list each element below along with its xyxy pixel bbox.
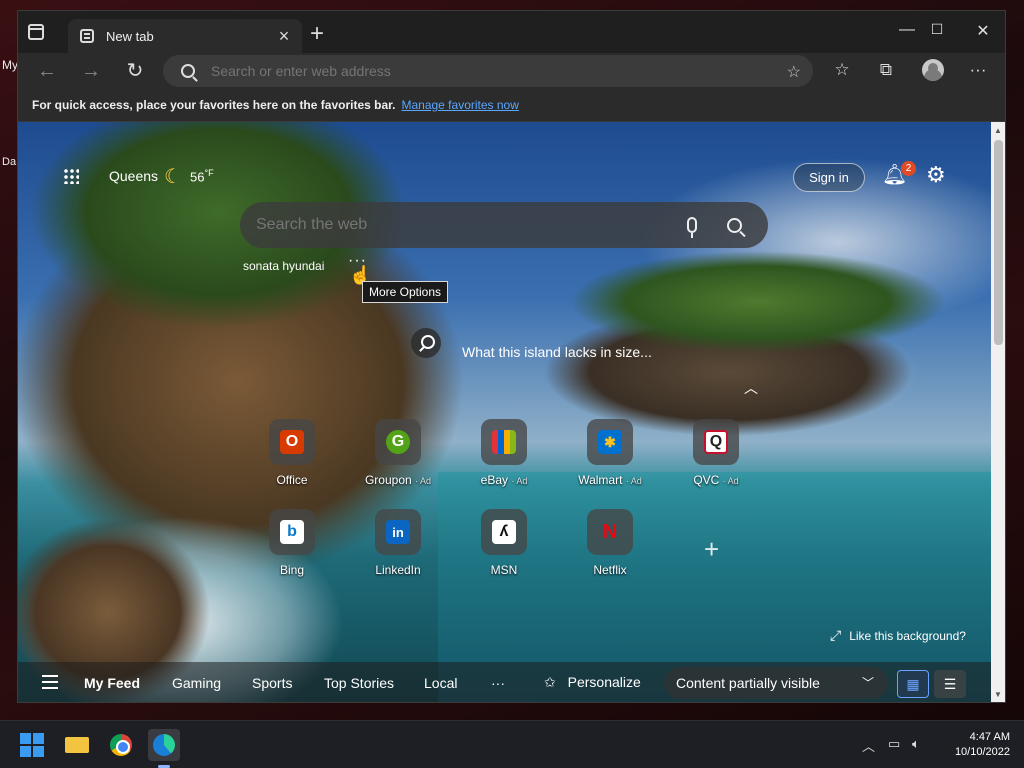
weather-temperature[interactable]: 56°F: [190, 168, 214, 184]
address-bar[interactable]: ☆: [163, 55, 813, 87]
linkedin-icon: in: [386, 520, 410, 544]
search-icon: [181, 64, 195, 78]
settings-more-icon[interactable]: ···: [966, 60, 990, 80]
content-visibility-dropdown[interactable]: Content partially visible ﹀: [664, 667, 888, 699]
close-window-button[interactable]: ✕: [968, 21, 998, 43]
more-options-tooltip: More Options: [362, 281, 449, 303]
favorites-bar-message: For quick access, place your favorites h…: [32, 98, 396, 112]
grid-icon: ▦: [906, 675, 920, 692]
notification-count-badge: 2: [901, 161, 916, 176]
qvc-icon: Q: [704, 430, 728, 454]
microphone-icon[interactable]: [687, 217, 697, 238]
favorites-icon[interactable]: ☆: [830, 60, 854, 80]
search-icon[interactable]: [727, 217, 742, 233]
quick-link-groupon[interactable]: G Groupon · Ad: [353, 419, 443, 487]
trending-search-link[interactable]: sonata hyundai: [243, 259, 324, 273]
quick-link-qvc[interactable]: Q QVC · Ad: [671, 419, 761, 487]
feed-tab-local[interactable]: Local: [424, 675, 457, 691]
feed-tab-gaming[interactable]: Gaming: [172, 675, 221, 691]
clock-date: 10/10/2022: [954, 746, 1010, 758]
feed-tab-sports[interactable]: Sports: [252, 675, 292, 691]
groupon-icon: G: [386, 430, 410, 454]
close-tab-icon[interactable]: ×: [276, 27, 292, 45]
office-icon: O: [280, 430, 304, 454]
desktop-icon-label: My: [2, 58, 18, 72]
new-tab-button[interactable]: +: [310, 22, 324, 46]
moon-weather-icon[interactable]: ☾: [164, 164, 182, 189]
quick-link-ebay[interactable]: eBay · Ad: [459, 419, 549, 487]
feed-navigation-bar: My Feed Gaming Sports Top Stories Local …: [18, 662, 991, 702]
chevron-down-icon: ﹀: [861, 676, 874, 690]
new-tab-favicon-icon: [80, 29, 94, 43]
system-clock[interactable]: 4:47 AM 10/10/2022: [938, 730, 1010, 760]
collections-icon[interactable]: ⧉: [874, 60, 898, 80]
start-windows-icon[interactable]: [16, 729, 48, 761]
tab-new-tab[interactable]: New tab ×: [68, 19, 302, 53]
chrome-icon[interactable]: [105, 729, 137, 761]
taskbar: ︿ ▭ 🔈︎ 4:47 AM 10/10/2022: [0, 720, 1024, 768]
app-launcher-icon[interactable]: [63, 168, 79, 184]
quick-link-msn[interactable]: ʎ MSN: [459, 509, 549, 577]
sign-in-button[interactable]: Sign in: [793, 163, 865, 192]
edge-icon[interactable]: [148, 729, 180, 761]
address-input[interactable]: [211, 63, 751, 79]
image-info-search-icon[interactable]: [411, 328, 441, 358]
maximize-button[interactable]: ☐: [922, 21, 952, 43]
clock-time: 4:47 AM: [969, 731, 1010, 743]
netflix-icon: N: [602, 520, 618, 543]
like-background-link[interactable]: ⤢ Like this background?: [830, 627, 966, 644]
title-bar: New tab × + — ☐ ✕: [18, 11, 1005, 53]
grid-layout-button[interactable]: ▦: [897, 670, 929, 698]
web-search-box[interactable]: [240, 202, 768, 248]
page-scrollbar[interactable]: ▲ ▼: [991, 122, 1005, 702]
browser-window: New tab × + — ☐ ✕ ← → ↻ ☆ ☆ ⧉ ··· For qu…: [17, 10, 1006, 703]
quick-link-netflix[interactable]: N Netflix: [565, 509, 655, 577]
feed-more-button[interactable]: ···: [491, 675, 505, 691]
personalize-button[interactable]: ✩ Personalize: [544, 674, 641, 691]
ebay-icon: [492, 430, 516, 454]
walmart-icon: ✱: [598, 430, 622, 454]
back-arrow-icon[interactable]: ←: [34, 59, 60, 83]
minimize-button[interactable]: —: [892, 21, 922, 43]
collapse-chevron-icon[interactable]: ︿: [744, 378, 758, 398]
tab-actions-icon[interactable]: [28, 24, 44, 40]
file-explorer-icon[interactable]: [61, 729, 93, 761]
desktop-icon-label: Da: [2, 156, 17, 168]
feed-tab-top-stories[interactable]: Top Stories: [324, 675, 394, 691]
forward-arrow-icon[interactable]: →: [78, 59, 104, 83]
scroll-thumb[interactable]: [994, 140, 1003, 345]
quick-link-bing[interactable]: b Bing: [247, 509, 337, 577]
quick-link-office[interactable]: O Office: [247, 419, 337, 487]
list-icon: ☰: [943, 675, 957, 692]
bing-icon: b: [280, 520, 304, 544]
weather-location[interactable]: Queens: [109, 168, 158, 184]
browser-toolbar: ← → ↻ ☆ ☆ ⧉ ···: [18, 53, 1005, 89]
add-favorite-star-icon[interactable]: ☆: [787, 62, 801, 82]
quick-link-walmart[interactable]: ✱ Walmart · Ad: [565, 419, 655, 487]
background-story-link[interactable]: What this island lacks in size...: [462, 344, 652, 360]
favorites-bar: For quick access, place your favorites h…: [18, 89, 1005, 122]
new-tab-page: Queens ☾ 56°F Sign in 🔔︎ 2 ⚙ sonata hyun…: [18, 122, 991, 702]
refresh-icon[interactable]: ↻: [122, 59, 148, 83]
tab-title: New tab: [106, 28, 154, 44]
manage-favorites-link[interactable]: Manage favorites now: [401, 98, 518, 112]
network-icon[interactable]: ▭: [888, 736, 900, 752]
page-settings-gear-icon[interactable]: ⚙: [926, 162, 946, 188]
quick-link-linkedin[interactable]: in LinkedIn: [353, 509, 443, 577]
scroll-down-arrow-icon[interactable]: ▼: [994, 690, 1002, 699]
profile-avatar[interactable]: [922, 59, 944, 81]
list-layout-button[interactable]: ☰: [934, 670, 966, 698]
expand-arrow-icon: ⤢: [830, 627, 842, 643]
feed-tab-my-feed[interactable]: My Feed: [84, 675, 140, 691]
volume-icon[interactable]: 🔈︎: [912, 736, 920, 752]
show-hidden-icons-chevron-icon[interactable]: ︿: [862, 736, 875, 755]
hamburger-menu-icon[interactable]: [42, 675, 58, 689]
msn-icon: ʎ: [492, 520, 516, 544]
add-site-plus-icon[interactable]: +: [704, 534, 719, 565]
web-search-input[interactable]: [256, 216, 687, 234]
scroll-up-arrow-icon[interactable]: ▲: [994, 126, 1002, 135]
personalize-sparkle-icon: ✩: [544, 674, 556, 690]
